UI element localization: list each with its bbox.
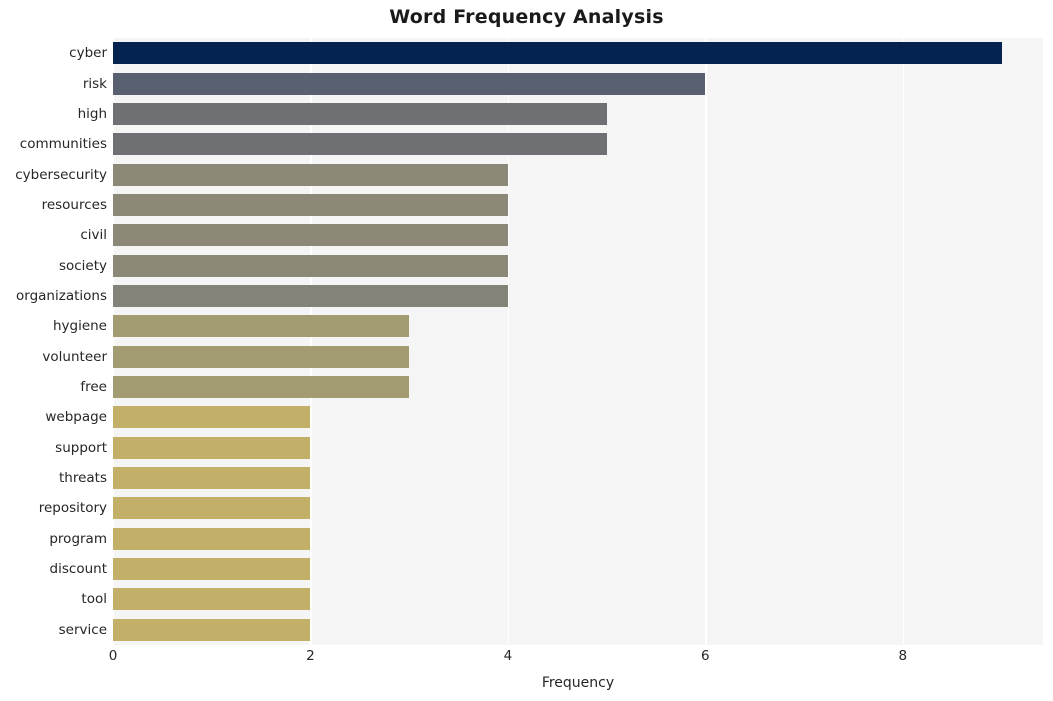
bar [113, 558, 311, 581]
bar [113, 345, 410, 368]
gridline [507, 38, 510, 645]
word-frequency-chart: Word Frequency Analysis cyber risk high com… [0, 0, 1053, 701]
y-axis-tick-label: communities [19, 136, 107, 153]
y-axis-tick-label: society [58, 257, 107, 274]
bar [113, 588, 311, 611]
y-axis-tick-label: resources [41, 196, 107, 213]
x-axis-tick-label: 2 [306, 648, 315, 664]
y-axis-tick-label: civil [80, 227, 107, 244]
bar [113, 102, 607, 125]
y-axis-tick-label: free [80, 379, 107, 396]
y-axis-tick-label: threats [58, 470, 107, 487]
x-axis-tick-labels: 0 2 4 6 8 [109, 648, 1043, 670]
x-axis-tick-label: 4 [503, 648, 513, 664]
bar [113, 133, 607, 156]
y-axis-tick-label: volunteer [42, 348, 107, 365]
bar [113, 193, 508, 216]
bar [113, 406, 311, 429]
bar [113, 376, 410, 399]
y-axis-tick-label: repository [38, 500, 107, 517]
bar [113, 254, 508, 277]
bar [113, 315, 410, 338]
bar [113, 224, 508, 247]
bar [113, 618, 311, 641]
bar [113, 284, 508, 307]
y-axis-tick-label: tool [81, 591, 107, 608]
y-axis-tick-label: support [55, 439, 107, 456]
bar [113, 467, 311, 490]
bar [113, 72, 706, 95]
y-axis-tick-label: webpage [45, 409, 107, 426]
y-axis-tick-label: discount [49, 561, 107, 578]
y-axis-tick-label: high [77, 105, 107, 122]
y-axis-tick-label: hygiene [52, 318, 107, 335]
x-axis-label: Frequency [541, 675, 615, 691]
x-axis-tick-label: 0 [108, 648, 118, 664]
bar [113, 497, 311, 520]
gridline [310, 38, 312, 645]
y-axis-tick-label: program [49, 530, 107, 547]
y-axis-tick-labels: cyber risk high communities cybersecurity res… [0, 38, 107, 645]
bar [113, 42, 1002, 65]
bar [113, 163, 508, 186]
plot-area [113, 38, 1043, 645]
y-axis-tick-label: risk [82, 75, 107, 92]
gridline [705, 38, 707, 645]
gridline [113, 38, 115, 645]
x-axis-tick-label: 6 [701, 648, 710, 664]
x-axis-tick-label: 8 [898, 648, 908, 664]
gridline [902, 38, 905, 645]
y-axis-tick-label: cyber [69, 45, 107, 62]
y-axis-tick-label: service [58, 621, 107, 638]
bar [113, 527, 311, 550]
bar [113, 436, 311, 459]
page-title: Word Frequency Analysis [389, 6, 664, 28]
y-axis-tick-label: organizations [16, 287, 107, 304]
y-axis-tick-label: cybersecurity [15, 166, 107, 183]
